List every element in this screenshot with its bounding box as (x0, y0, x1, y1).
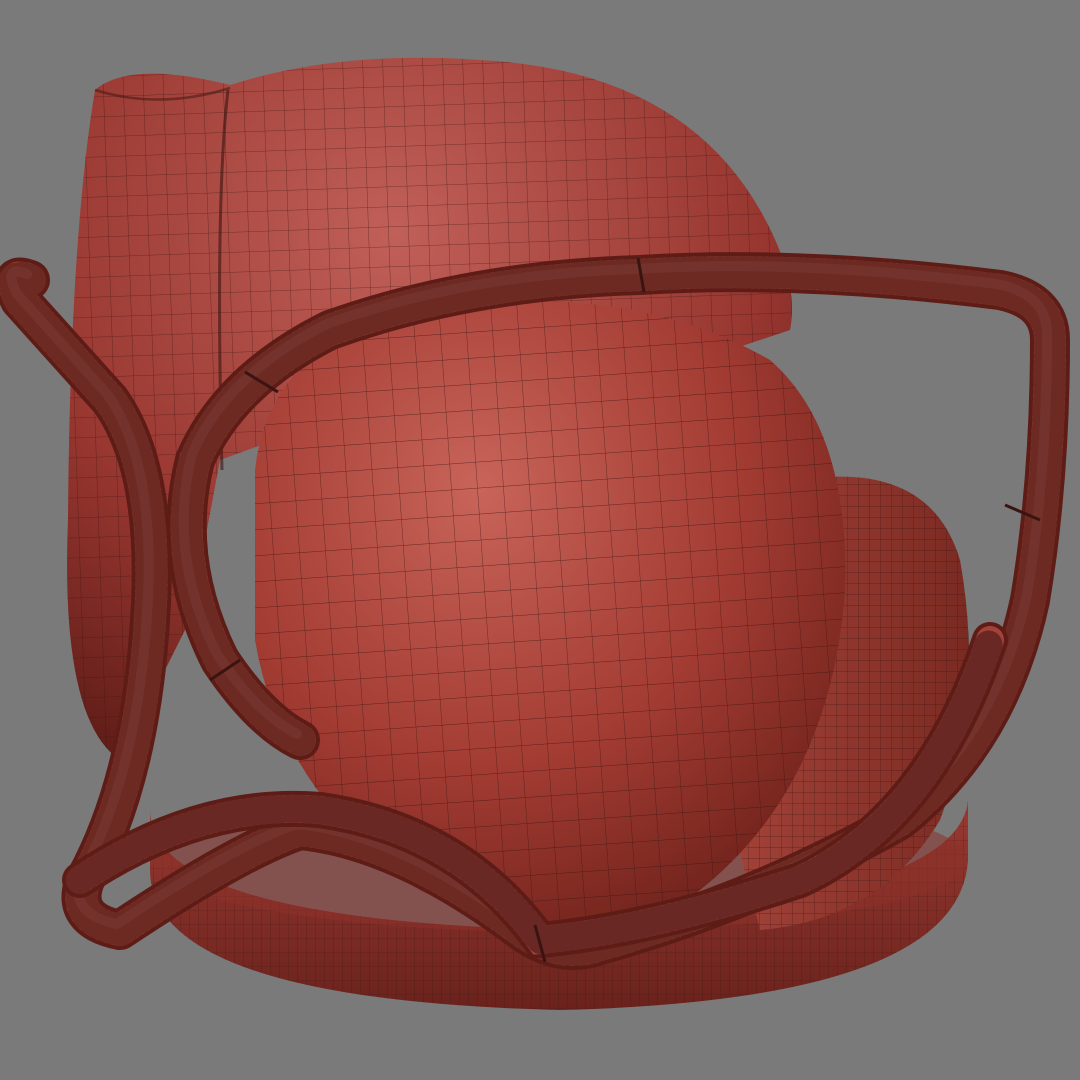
chair-render (0, 57, 1070, 1010)
render-viewport (0, 0, 1080, 1080)
